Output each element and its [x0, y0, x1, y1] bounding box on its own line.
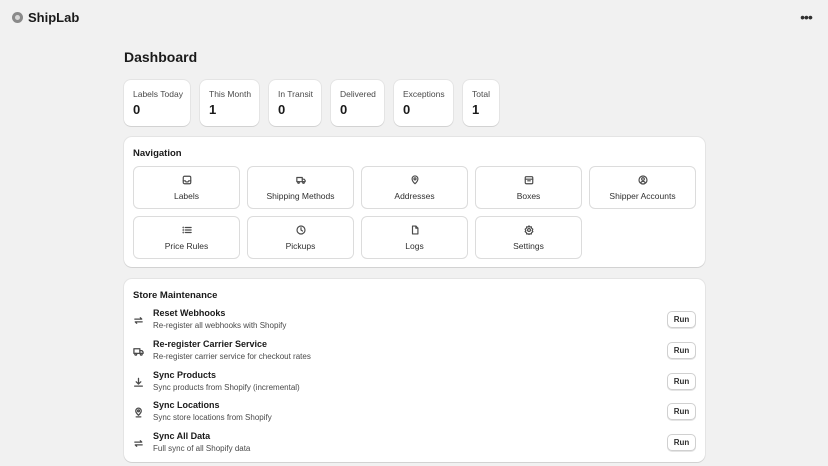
maintenance-task-description: Re-register carrier service for checkout…	[153, 352, 311, 361]
stat-label: In Transit	[278, 89, 313, 99]
maintenance-task-description: Sync store locations from Shopify	[153, 413, 272, 422]
stat-card-in-transit: In Transit 0	[269, 80, 321, 126]
nav-tile-shipping-methods[interactable]: Shipping Methods	[247, 166, 354, 209]
store-maintenance-title: Store Maintenance	[133, 290, 218, 301]
nav-label: Settings	[513, 240, 544, 251]
inbox-icon	[182, 175, 191, 184]
navigation-grid: Labels Shipping Methods Addresses Boxes …	[133, 166, 696, 259]
navigation-title: Navigation	[133, 148, 182, 159]
stat-label: Total	[472, 89, 490, 99]
truck-icon	[133, 344, 144, 356]
stat-value: 0	[278, 102, 286, 117]
maintenance-row-reset-webhooks: Reset Webhooks Re-register all webhooks …	[133, 308, 696, 332]
refresh-icon	[133, 436, 144, 447]
nav-tile-settings[interactable]: Settings	[475, 216, 582, 259]
download-icon	[133, 375, 144, 387]
run-button-sync-products[interactable]: Run	[667, 373, 696, 390]
nav-label: Shipper Accounts	[609, 190, 676, 201]
run-button-reset-webhooks[interactable]: Run	[667, 311, 696, 328]
top-bar: ShipLab •••	[0, 0, 828, 34]
maintenance-task-name: Sync All Data	[153, 431, 211, 441]
stat-label: Delivered	[340, 89, 376, 99]
nav-tile-shipper-accounts[interactable]: Shipper Accounts	[589, 166, 696, 209]
maintenance-task-name: Sync Locations	[153, 400, 220, 410]
list-icon	[181, 226, 192, 233]
maintenance-row-re-register-carrier-service: Re-register Carrier Service Re-register …	[133, 339, 696, 363]
navigation-card: Navigation Labels Shipping Methods Addre…	[124, 137, 705, 267]
stat-value: 1	[209, 102, 217, 117]
nav-label: Pickups	[285, 240, 316, 251]
run-button-re-register-carrier-service[interactable]: Run	[667, 342, 696, 359]
person-circle-icon	[637, 174, 648, 185]
nav-tile-labels[interactable]: Labels	[133, 166, 240, 209]
stat-card-delivered: Delivered 0	[331, 80, 384, 126]
refresh-icon	[133, 313, 144, 324]
maintenance-task-name: Reset Webhooks	[153, 308, 226, 318]
maintenance-row-sync-products: Sync Products Sync products from Shopify…	[133, 370, 696, 394]
clock-icon	[295, 224, 306, 235]
more-horizontal-icon[interactable]: •••	[796, 7, 816, 27]
stat-value: 1	[472, 102, 480, 117]
maintenance-task-description: Full sync of all Shopify data	[153, 444, 251, 453]
stat-card-exceptions: Exceptions 0	[394, 80, 453, 126]
run-button-sync-all-data[interactable]: Run	[667, 434, 696, 451]
nav-tile-boxes[interactable]: Boxes	[475, 166, 582, 209]
stat-card-this-month: This Month 1	[200, 80, 259, 126]
stats-row: Labels Today 0 This Month 1 In Transit 0…	[124, 80, 499, 126]
stat-value: 0	[403, 102, 411, 117]
nav-label: Labels	[173, 190, 200, 201]
document-icon	[411, 225, 418, 234]
nav-label: Price Rules	[164, 240, 209, 251]
maintenance-row-sync-all-data: Sync All Data Full sync of all Shopify d…	[133, 431, 696, 455]
maintenance-task-name: Sync Products	[153, 370, 217, 380]
truck-icon	[295, 176, 306, 184]
stat-value: 0	[340, 102, 348, 117]
nav-label: Logs	[405, 240, 424, 251]
app-title: ShipLab	[28, 9, 80, 25]
stat-label: This Month	[209, 89, 252, 99]
package-icon	[524, 175, 533, 184]
maintenance-task-name: Re-register Carrier Service	[153, 339, 268, 349]
page-title: Dashboard	[124, 49, 198, 65]
stat-card-total: Total 1	[463, 80, 499, 126]
nav-tile-pickups[interactable]: Pickups	[247, 216, 354, 259]
stat-label: Exceptions	[403, 89, 445, 99]
app-logo-icon	[12, 11, 23, 23]
nav-label: Boxes	[516, 190, 541, 201]
run-button-sync-locations[interactable]: Run	[667, 403, 696, 420]
store-maintenance-card: Store Maintenance Reset Webhooks Re-regi…	[124, 279, 705, 462]
maintenance-row-sync-locations: Sync Locations Sync store locations from…	[133, 400, 696, 424]
maintenance-task-description: Re-register all webhooks with Shopify	[153, 321, 287, 330]
stat-card-labels-today: Labels Today 0	[124, 80, 190, 126]
gear-icon	[524, 224, 533, 235]
nav-tile-logs[interactable]: Logs	[361, 216, 468, 259]
maintenance-task-description: Sync products from Shopify (incremental)	[153, 383, 300, 392]
nav-tile-addresses[interactable]: Addresses	[361, 166, 468, 209]
location-pin-icon	[411, 174, 418, 184]
nav-label: Shipping Methods	[266, 190, 335, 201]
location-pin-icon	[133, 405, 144, 418]
nav-label: Addresses	[394, 190, 435, 201]
stat-value: 0	[133, 102, 141, 117]
stat-label: Labels Today	[133, 89, 183, 99]
nav-tile-price-rules[interactable]: Price Rules	[133, 216, 240, 259]
